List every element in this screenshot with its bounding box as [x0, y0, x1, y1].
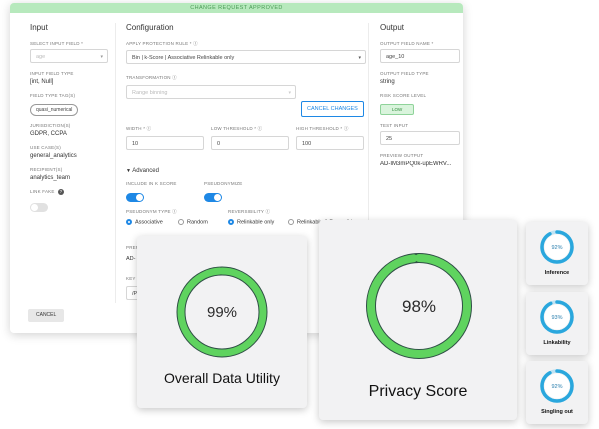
pseudonym-type-label-text: PSEUDONYM TYPE: [126, 209, 171, 214]
utility-ring: 99%: [173, 263, 271, 361]
chevron-down-icon: ▾: [288, 90, 291, 96]
linkability-ring: 93%: [539, 299, 575, 335]
link-fake-toggle[interactable]: [30, 203, 48, 213]
singling-out-card: 92% Singling out: [526, 361, 588, 424]
preview-output-label: PREVIEW OUTPUT: [380, 153, 424, 158]
output-field-type-label: OUTPUT FIELD TYPE: [380, 71, 429, 76]
include-in-score-label: INCLUDE IN K SCORE: [126, 181, 177, 186]
high-threshold-label: HIGH THRESHOLD * ⓘ: [296, 126, 349, 131]
transformation-placeholder: Range binning: [132, 90, 168, 96]
output-field-type-value: string: [380, 79, 395, 85]
linkability-card: 93% Linkability: [526, 292, 588, 355]
inference-ring: 92%: [539, 229, 575, 265]
chevron-down-icon: ▾: [358, 55, 361, 61]
transformation-select[interactable]: Range binning ▾: [126, 85, 296, 99]
test-input-label: TEST INPUT: [380, 123, 409, 128]
apply-rule-label: APPLY PROTECTION RULE * ⓘ: [126, 41, 366, 47]
apply-rule-select[interactable]: Bin | k-Score | Associative Relinkable o…: [126, 50, 366, 64]
singling-out-ring: 92%: [539, 368, 575, 404]
test-input-field[interactable]: 25: [380, 131, 460, 145]
cancel-changes-button[interactable]: CANCEL CHANGES: [301, 101, 364, 117]
linkability-percent: 93%: [551, 315, 562, 321]
help-icon[interactable]: ?: [58, 189, 65, 195]
radio-checked-icon: [228, 219, 234, 225]
radio-relinkable-only-label: Relinkable only: [237, 219, 275, 226]
risk-level-badge: LOW: [380, 104, 415, 115]
prefix-value[interactable]: AD-: [126, 256, 135, 262]
utility-score-card: 99% Overall Data Utility: [137, 236, 307, 408]
preview-output-value: AD-IM3mPQ0k-upEWRV...: [380, 161, 452, 167]
use-cases-value: general_analytics: [30, 153, 77, 159]
field-type-tags-label: FIELD TYPE TAG(S): [30, 93, 76, 98]
low-threshold-label-text: LOW THRESHOLD *: [211, 126, 257, 131]
inference-percent: 92%: [551, 245, 562, 251]
link-fake-label: LINK FAKE ?: [30, 189, 108, 195]
include-in-score-toggle[interactable]: [126, 193, 144, 203]
risk-level-label: RISK SCORE LEVEL: [380, 93, 427, 98]
privacy-percent: 98%: [402, 297, 436, 316]
width-label: WIDTH * ⓘ: [126, 126, 152, 131]
transformation-label-text: TRANSFORMATION: [126, 75, 171, 80]
recipients-value: analytics_team: [30, 175, 71, 181]
privacy-score-card: 98% Privacy Score: [319, 220, 517, 420]
width-label-text: WIDTH *: [126, 126, 146, 131]
use-cases-label: USE CASE(S): [30, 145, 61, 150]
pseudonymize-toggle[interactable]: [204, 193, 222, 203]
output-panel: Output OUTPUT FIELD NAME * age_10 OUTPUT…: [380, 23, 460, 175]
singling-out-label: Singling out: [541, 409, 573, 415]
radio-unchecked-icon: [288, 219, 294, 225]
radio-associative-label: Associative: [135, 219, 163, 226]
radio-random[interactable]: Random: [178, 219, 208, 225]
low-threshold-label: LOW THRESHOLD * ⓘ: [211, 126, 263, 131]
linkability-label: Linkability: [543, 340, 571, 346]
cancel-button[interactable]: CANCEL: [28, 309, 65, 322]
utility-score-label: Overall Data Utility: [164, 370, 280, 386]
pseudonymize-label: PSEUDONYMIZE: [204, 181, 243, 186]
help-icon[interactable]: ⓘ: [193, 41, 198, 46]
link-fake-label-text: LINK FAKE: [30, 189, 55, 194]
reversibility-label: REVERSIBILITY ⓘ: [228, 209, 271, 214]
output-field-name-input[interactable]: age_10: [380, 49, 460, 63]
field-type-tag: quasi_numerical: [30, 104, 79, 116]
high-threshold-label-text: HIGH THRESHOLD *: [296, 126, 343, 131]
radio-random-label: Random: [187, 219, 208, 226]
low-threshold-input[interactable]: 0: [211, 136, 289, 150]
select-input-field-label: SELECT INPUT FIELD *: [30, 41, 84, 46]
radio-associative[interactable]: Associative: [126, 219, 163, 225]
configuration-title: Configuration: [126, 23, 174, 32]
radio-checked-icon: [126, 219, 132, 225]
help-icon[interactable]: ⓘ: [172, 75, 177, 80]
width-input[interactable]: 10: [126, 136, 204, 150]
input-field-type-value: [int, Null]: [30, 79, 54, 85]
apply-rule-value: Bin | k-Score | Associative Relinkable o…: [132, 55, 235, 61]
select-input-field-value: age: [36, 54, 46, 60]
output-title: Output: [380, 23, 405, 32]
caret-down-icon: ▼: [126, 168, 131, 174]
utility-percent: 99%: [207, 304, 237, 321]
transformation-label: TRANSFORMATION ⓘ: [126, 75, 177, 81]
output-field-name-label: OUTPUT FIELD NAME *: [380, 41, 434, 46]
approval-banner: CHANGE REQUEST APPROVED: [10, 3, 463, 13]
select-input-field[interactable]: age ▾: [30, 49, 108, 63]
high-threshold-input[interactable]: 100: [296, 136, 364, 150]
chevron-down-icon: ▾: [100, 54, 103, 60]
input-panel: Input SELECT INPUT FIELD * age ▾ INPUT F…: [30, 23, 108, 217]
reversibility-label-text: REVERSIBILITY: [228, 209, 265, 214]
inference-card: 92% Inference: [526, 222, 588, 285]
radio-unchecked-icon: [178, 219, 184, 225]
singling-out-percent: 92%: [551, 384, 562, 390]
advanced-label: Advanced: [132, 168, 159, 174]
input-field-type-label: INPUT FIELD TYPE: [30, 71, 74, 76]
radio-relinkable-only[interactable]: Relinkable only: [228, 219, 274, 225]
privacy-ring: 98%: [362, 249, 476, 363]
jurisdictions-value: GDPR, CCPA: [30, 131, 67, 137]
input-title: Input: [30, 23, 48, 32]
recipients-label: RECIPIENT(S): [30, 167, 63, 172]
privacy-score-label: Privacy Score: [368, 383, 468, 400]
jurisdictions-label: JURISDICTION(S): [30, 123, 71, 128]
pseudonym-type-label: PSEUDONYM TYPE ⓘ: [126, 209, 177, 214]
advanced-toggle[interactable]: ▼ Advanced: [126, 168, 159, 174]
inference-label: Inference: [544, 270, 570, 276]
apply-rule-label-text: APPLY PROTECTION RULE *: [126, 41, 192, 46]
